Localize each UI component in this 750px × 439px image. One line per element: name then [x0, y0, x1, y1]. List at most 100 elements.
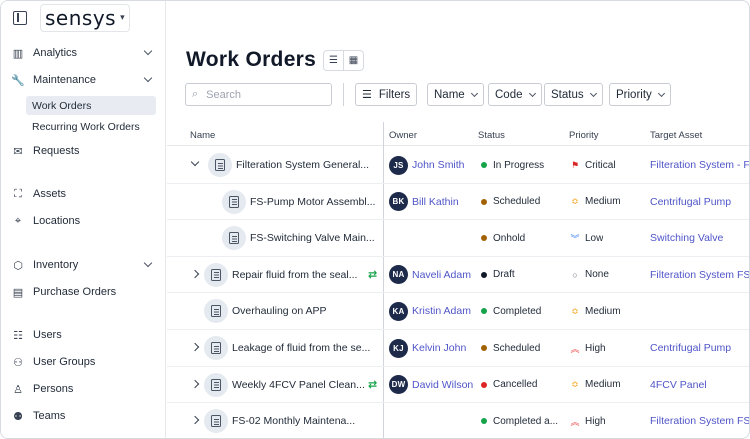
column-header-name[interactable]: Name	[190, 130, 215, 141]
priority-label: Low	[585, 232, 604, 244]
sidebar-item-label: Persons	[33, 383, 74, 395]
avatar: DW	[389, 375, 408, 395]
work-order-name[interactable]: Repair fluid from the seal...	[232, 257, 357, 293]
work-order-name[interactable]: FS-Pump Motor Assembl...	[250, 184, 375, 220]
avatar: BK	[389, 192, 408, 212]
table-row[interactable]: Weekly 4FCV Panel Clean... ⇄ DW David Wilso…	[167, 367, 749, 404]
work-order-name[interactable]: FS-02 Monthly Maintena...	[232, 403, 355, 438]
sidebar-item-label: Assets	[33, 188, 67, 200]
target-asset-link[interactable]: Centrifugal Pump	[650, 342, 731, 354]
owner-name-link[interactable]: Naveli Adam	[412, 269, 471, 281]
circle-icon: ○	[572, 269, 578, 280]
target-asset-cell: 4FCV Panel	[650, 367, 749, 403]
sidebar-collapse-icon[interactable]	[13, 11, 27, 25]
priority-filter-dropdown[interactable]: Priority	[609, 83, 671, 106]
sidebar-item-locations[interactable]: ⌖ Locations	[11, 211, 157, 231]
status-cell: Completed	[481, 293, 541, 329]
code-filter-dropdown[interactable]: Code	[488, 83, 542, 106]
target-asset-link[interactable]: 4FCV Panel	[650, 379, 707, 391]
column-header-priority[interactable]: Priority	[569, 130, 599, 141]
sidebar-item-purchase-orders[interactable]: ▤ Purchase Orders	[11, 282, 157, 302]
bar-chart-icon: ▥	[12, 47, 24, 60]
sidebar-item-maintenance[interactable]: 🔧 Maintenance	[11, 70, 157, 90]
sidebar-item-inventory[interactable]: ⬡ Inventory	[11, 255, 157, 275]
chevron-right-icon[interactable]	[190, 269, 200, 279]
work-order-icon	[204, 409, 228, 434]
chevrons-medium-icon: ≎	[571, 196, 579, 207]
owner-name-link[interactable]: David Wilson	[412, 379, 473, 391]
sidebar-item-user-groups[interactable]: ⚇ User Groups	[11, 352, 157, 372]
table-row[interactable]: FS-Switching Valve Main... Onhold ︾ Low Swit…	[167, 220, 749, 257]
chevron-right-icon[interactable]	[190, 379, 200, 388]
status-badge: Completed	[493, 305, 542, 317]
status-cell: Draft	[481, 257, 515, 293]
status-dot-icon	[481, 198, 487, 205]
sidebar-item-label: User Groups	[33, 356, 96, 368]
column-header-target-asset[interactable]: Target Asset	[650, 130, 702, 141]
owner-name-link[interactable]: Kristin Adam	[412, 305, 471, 317]
target-asset-cell: Centrifugal Pump	[650, 330, 749, 366]
target-asset-link[interactable]: Centrifugal Pump	[650, 196, 731, 208]
search-input[interactable]: ⌕ Search	[185, 83, 332, 106]
work-order-name[interactable]: FS-Switching Valve Main...	[250, 220, 375, 256]
work-order-name[interactable]: Overhauling on APP	[232, 293, 327, 329]
target-asset-cell: Filteration System FS	[650, 403, 749, 438]
sidebar-subitem-recurring-work-orders[interactable]: Recurring Work Orders	[26, 117, 156, 136]
table-row[interactable]: Filteration System General... JS John Smit…	[167, 147, 749, 184]
target-asset-link[interactable]: Filteration System FS	[650, 269, 749, 281]
target-asset-link[interactable]: Filteration System FS	[650, 415, 749, 427]
table-row[interactable]: FS-02 Monthly Maintena... Completed a... ︽…	[167, 403, 749, 438]
target-asset-link[interactable]: Filteration System - F	[650, 159, 749, 171]
avatar: KA	[389, 301, 408, 321]
table-row[interactable]: FS-Pump Motor Assembl... BK Bill Kathin Sch…	[167, 184, 749, 221]
sidebar-item-label: Maintenance	[33, 74, 96, 86]
priority-label: None	[585, 269, 609, 281]
table-row[interactable]: Overhauling on APP KA Kristin Adam Complete…	[167, 293, 749, 330]
org-switcher[interactable]: sensys ▾	[40, 4, 131, 32]
calendar-view-icon[interactable]: ▦	[344, 51, 363, 70]
chevron-down-icon	[657, 89, 665, 97]
priority-label: Critical	[585, 159, 616, 171]
sidebar-item-users[interactable]: ☷ Users	[11, 325, 157, 345]
priority-label: High	[585, 342, 606, 354]
recurring-icon: ⇄	[368, 268, 378, 281]
target-asset-link[interactable]: Switching Valve	[650, 232, 723, 244]
work-order-icon	[208, 153, 232, 177]
sidebar-subitem-work-orders[interactable]: Work Orders	[26, 96, 156, 115]
target-asset-cell: Centrifugal Pump	[650, 184, 749, 220]
status-cell: Scheduled	[481, 184, 540, 220]
map-pin-icon: ⌖	[14, 214, 22, 227]
work-order-name[interactable]: Weekly 4FCV Panel Clean...	[232, 367, 365, 403]
chevron-right-icon[interactable]	[190, 342, 200, 352]
column-header-status[interactable]: Status	[478, 130, 505, 141]
sidebar-item-teams[interactable]: ⚉ Teams	[11, 406, 157, 426]
chevron-down-icon[interactable]	[143, 46, 153, 56]
sidebar-item-requests[interactable]: ✉ Requests	[11, 141, 157, 161]
owner-name-link[interactable]: Kelvin John	[412, 342, 466, 354]
chevron-down-icon[interactable]	[143, 73, 153, 83]
chevron-down-icon[interactable]	[190, 157, 200, 167]
priority-cell: ⚑ Critical	[570, 147, 616, 183]
table-row[interactable]: Repair fluid from the seal... ⇄ NA Naveli A…	[167, 257, 749, 294]
chevrons-up-icon: ︽	[570, 416, 580, 427]
users-icon: ⚇	[13, 356, 23, 369]
search-placeholder: Search	[206, 88, 242, 101]
work-order-name[interactable]: Leakage of fluid from the se...	[232, 330, 370, 366]
main-content: Work Orders ☰ ▦ ⌕ Search ☰ Filters Name …	[167, 1, 749, 438]
sidebar-item-analytics[interactable]: ▥ Analytics	[11, 43, 157, 63]
chevron-right-icon[interactable]	[190, 415, 200, 425]
owner-name-link[interactable]: John Smith	[412, 159, 465, 171]
owner-name-link[interactable]: Bill Kathin	[412, 196, 459, 208]
list-view-icon[interactable]: ☰	[324, 51, 344, 70]
status-dot-icon	[481, 345, 487, 351]
table-row[interactable]: Leakage of fluid from the se... KJ Kelvin …	[167, 330, 749, 367]
sidebar-item-persons[interactable]: ♙ Persons	[11, 379, 157, 399]
sidebar-item-assets[interactable]: ⛶ Assets	[11, 184, 157, 204]
status-filter-dropdown[interactable]: Status	[544, 83, 603, 106]
work-order-name[interactable]: Filteration System General...	[236, 147, 369, 183]
column-header-owner[interactable]: Owner	[389, 130, 417, 141]
name-filter-dropdown[interactable]: Name	[427, 83, 484, 106]
chevron-down-icon[interactable]	[143, 258, 153, 268]
filters-button[interactable]: ☰ Filters	[355, 83, 418, 106]
chevrons-medium-icon: ≎	[571, 305, 579, 316]
